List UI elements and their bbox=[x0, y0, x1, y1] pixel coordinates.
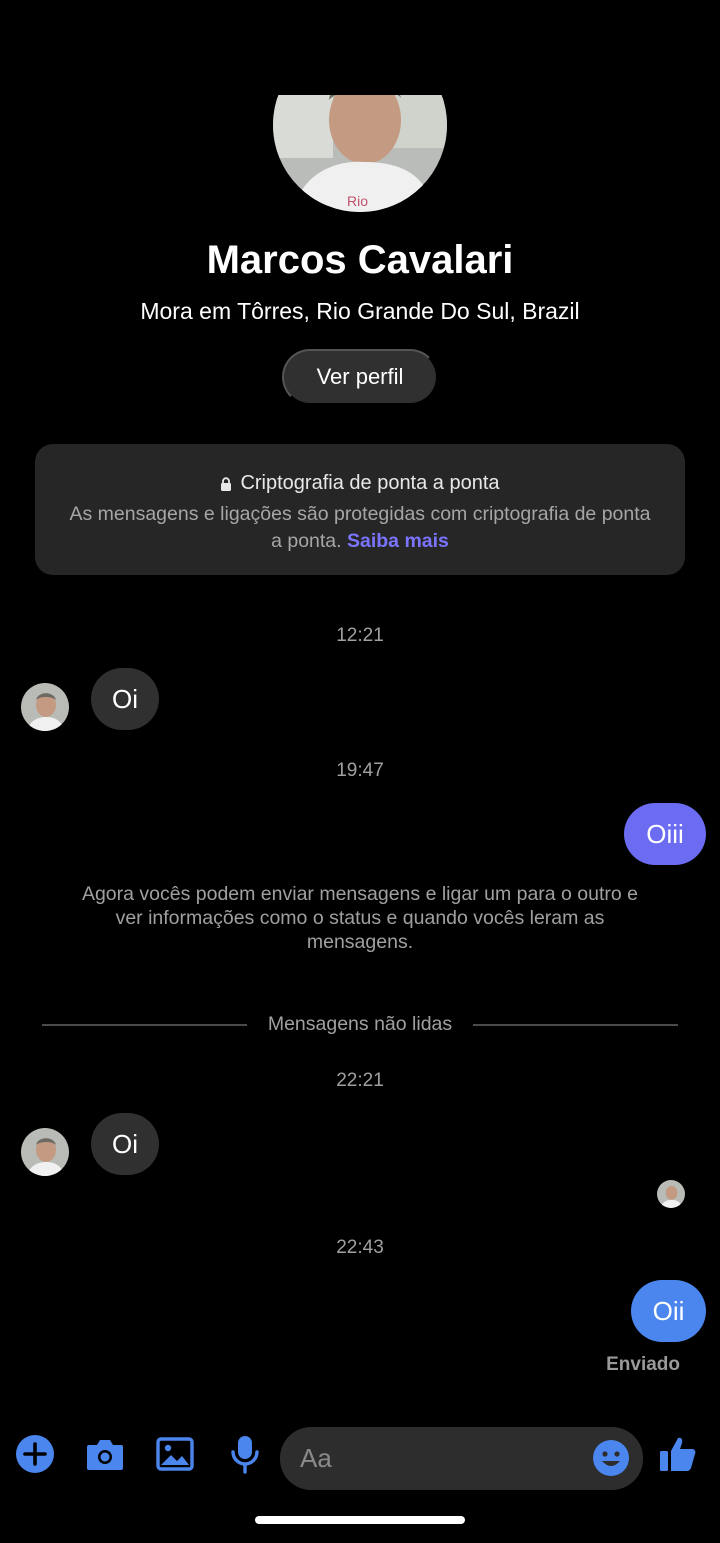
timestamp: 22:21 bbox=[336, 1070, 384, 1091]
header-backdrop bbox=[0, 0, 720, 95]
plus-circle-icon bbox=[16, 1435, 54, 1473]
delivery-status: Enviado bbox=[606, 1354, 680, 1375]
emoji-button[interactable] bbox=[592, 1439, 630, 1477]
contact-photo bbox=[21, 1128, 69, 1176]
timestamp: 19:47 bbox=[336, 760, 384, 781]
voice-message-button[interactable] bbox=[225, 1434, 265, 1474]
more-actions-button[interactable] bbox=[15, 1434, 55, 1474]
system-notice: Agora vocês podem enviar mensagens e lig… bbox=[81, 883, 639, 953]
timestamp: 12:21 bbox=[336, 625, 384, 646]
gallery-icon bbox=[156, 1437, 194, 1471]
message-bubble-received[interactable]: Oi bbox=[91, 668, 159, 730]
unread-divider-label: Mensagens não lidas bbox=[267, 1013, 453, 1035]
sender-avatar[interactable] bbox=[21, 683, 69, 731]
contact-name: Marcos Cavalari bbox=[206, 238, 514, 282]
unread-divider: Mensagens não lidas bbox=[42, 1012, 678, 1038]
view-profile-button[interactable]: Ver perfil bbox=[282, 349, 438, 405]
learn-more-link[interactable]: Saiba mais bbox=[347, 530, 449, 552]
read-receipt-avatar bbox=[657, 1180, 685, 1208]
message-bubble-sent[interactable]: Oii bbox=[631, 1280, 706, 1342]
thumbs-up-icon bbox=[660, 1437, 696, 1471]
microphone-icon bbox=[231, 1436, 259, 1474]
contact-location: Mora em Tôrres, Rio Grande Do Sul, Brazi… bbox=[140, 298, 580, 324]
svg-text:Rio: Rio bbox=[347, 193, 368, 209]
message-input-container bbox=[280, 1427, 643, 1490]
message-bubble-sent[interactable]: Oiii bbox=[624, 803, 706, 865]
timestamp: 22:43 bbox=[336, 1237, 384, 1258]
like-button[interactable] bbox=[658, 1434, 698, 1474]
encryption-title: Criptografia de ponta a ponta bbox=[240, 472, 500, 494]
gallery-button[interactable] bbox=[155, 1434, 195, 1474]
encryption-notice: Criptografia de ponta a ponta As mensage… bbox=[35, 444, 685, 575]
home-indicator[interactable] bbox=[255, 1516, 465, 1524]
contact-photo bbox=[21, 683, 69, 731]
message-bubble-received[interactable]: Oi bbox=[91, 1113, 159, 1175]
lock-icon bbox=[221, 476, 232, 491]
message-composer bbox=[0, 1420, 720, 1496]
camera-button[interactable] bbox=[85, 1434, 125, 1474]
sender-avatar[interactable] bbox=[21, 1128, 69, 1176]
camera-icon bbox=[87, 1440, 123, 1470]
contact-photo bbox=[657, 1180, 685, 1208]
emoji-icon bbox=[593, 1440, 629, 1476]
message-input[interactable] bbox=[300, 1427, 590, 1490]
